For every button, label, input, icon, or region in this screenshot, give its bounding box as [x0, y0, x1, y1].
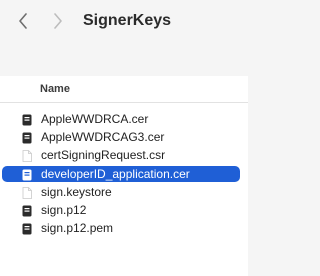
column-header-label: Name: [40, 83, 70, 95]
file-name: AppleWWDRCA.cer: [41, 112, 149, 126]
file-name: developerID_application.cer: [41, 166, 190, 181]
file-row[interactable]: AppleWWDRCAG3.cer: [0, 128, 248, 146]
file-row[interactable]: AppleWWDRCA.cer: [0, 110, 248, 128]
certificate-icon: [22, 204, 32, 217]
file-name: AppleWWDRCAG3.cer: [41, 130, 165, 145]
file-name: certSigningRequest.csr: [41, 148, 166, 163]
chevron-right-icon: [54, 13, 62, 29]
certificate-icon: [22, 168, 32, 181]
certificate-icon: [22, 222, 32, 235]
back-button[interactable]: [15, 12, 31, 30]
certificate-icon: [22, 113, 32, 126]
toolbar: SignerKeys: [0, 0, 248, 44]
file-name: sign.p12.pem: [41, 221, 114, 236]
file-row[interactable]: certSigningRequest.csr: [0, 146, 248, 164]
window-title: SignerKeys: [83, 12, 172, 29]
file-row[interactable]: sign.p12.pem: [0, 219, 248, 237]
file-row[interactable]: sign.keystore: [0, 183, 248, 201]
file-name: sign.p12: [41, 202, 87, 217]
chevron-left-icon: [19, 13, 27, 29]
file-name: sign.keystore: [41, 184, 112, 199]
file-row[interactable]: sign.p12: [0, 201, 248, 219]
document-icon: [22, 186, 32, 199]
file-row[interactable]: developerID_application.cer: [0, 165, 248, 183]
column-header-name[interactable]: Name: [0, 76, 248, 103]
certificate-icon: [22, 131, 32, 144]
document-icon: [22, 149, 32, 163]
file-list: Name AppleWWDRCA.cer AppleWWDRCAG3.cer c…: [0, 76, 248, 276]
forward-button[interactable]: [50, 12, 66, 30]
file-rows: AppleWWDRCA.cer AppleWWDRCAG3.cer certSi…: [0, 110, 248, 237]
